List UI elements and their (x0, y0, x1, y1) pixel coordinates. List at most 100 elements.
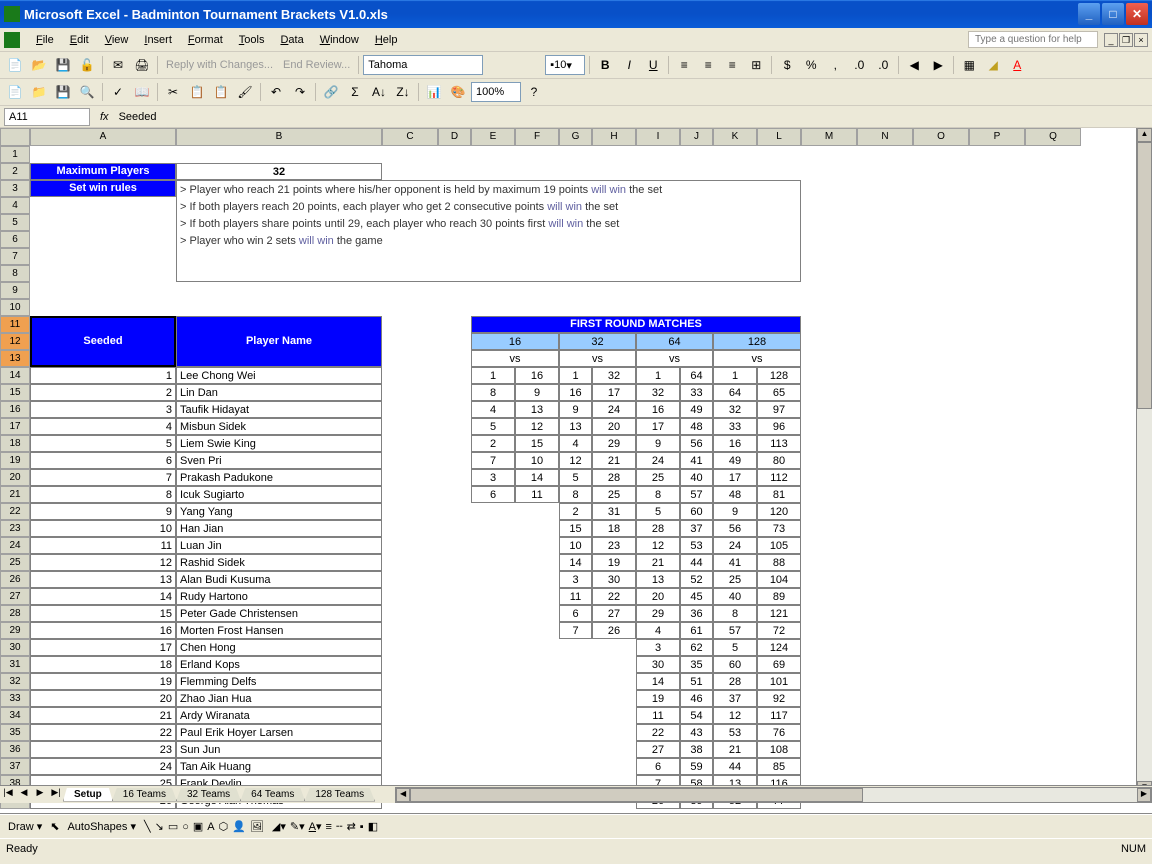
match-cell[interactable]: 17 (713, 469, 757, 486)
match-cell[interactable]: 53 (713, 724, 757, 741)
fill-color-button[interactable]: ◢ (982, 54, 1004, 76)
clipart-button[interactable]: 👤 (232, 820, 246, 833)
match-cell[interactable]: 49 (680, 401, 713, 418)
match-cell[interactable]: 4 (559, 435, 592, 452)
match-cell[interactable]: 43 (680, 724, 713, 741)
seed-14[interactable]: 14 (30, 588, 176, 605)
line-style-button[interactable]: ≡ (326, 821, 332, 833)
match-cell[interactable]: 64 (713, 384, 757, 401)
shadow-button[interactable]: ▪ (360, 821, 364, 833)
font-color-button-2[interactable]: A▾ (309, 820, 322, 833)
match-cell[interactable]: 128 (757, 367, 801, 384)
match-cell[interactable]: 18 (592, 520, 636, 537)
fill-color-button-2[interactable]: ◢▾ (272, 820, 286, 833)
bold-button[interactable]: B (594, 54, 616, 76)
match-cell[interactable]: 104 (757, 571, 801, 588)
textbox-button[interactable]: ▣ (193, 820, 203, 833)
column-header-G[interactable]: G (559, 128, 592, 146)
match-cell[interactable]: 97 (757, 401, 801, 418)
bracket-32[interactable]: 32 (559, 333, 636, 350)
match-cell[interactable]: 12 (713, 707, 757, 724)
player-11[interactable]: Luan Jin (176, 537, 382, 554)
label-set-rules[interactable]: Set win rules (30, 180, 176, 197)
seed-1[interactable]: 1 (30, 367, 176, 384)
match-cell[interactable]: 1 (713, 367, 757, 384)
scroll-up-arrow[interactable]: ▲ (1137, 128, 1152, 142)
match-cell[interactable]: 27 (592, 605, 636, 622)
row-headers[interactable]: 1234567891011121314151617181920212223242… (0, 146, 30, 809)
match-cell[interactable]: 65 (757, 384, 801, 401)
save-button[interactable]: 💾 (52, 54, 74, 76)
mail-button[interactable]: ✉ (107, 54, 129, 76)
drawing-button[interactable]: 🎨 (447, 81, 469, 103)
help-search[interactable] (968, 31, 1098, 48)
player-2[interactable]: Lin Dan (176, 384, 382, 401)
horizontal-scrollbar[interactable]: ◀ ▶ (395, 787, 1152, 803)
vs-64[interactable]: vs (636, 350, 713, 367)
copy-button[interactable]: 📋 (186, 81, 208, 103)
arrow-button[interactable]: ↘ (155, 820, 164, 833)
zoom-select[interactable]: 100% (471, 82, 521, 102)
tab-nav-last[interactable]: ▶| (48, 787, 64, 803)
match-cell[interactable]: 9 (559, 401, 592, 418)
sheet-tab-64-teams[interactable]: 64 Teams (240, 788, 305, 802)
match-cell[interactable]: 5 (636, 503, 680, 520)
print-preview-button[interactable]: 🔍 (76, 81, 98, 103)
player-3[interactable]: Taufik Hidayat (176, 401, 382, 418)
match-cell[interactable]: 37 (713, 690, 757, 707)
match-cell[interactable]: 101 (757, 673, 801, 690)
match-cell[interactable]: 24 (592, 401, 636, 418)
doc-close-button[interactable]: × (1134, 33, 1148, 47)
print-button[interactable]: 🖨 (131, 54, 153, 76)
match-cell[interactable]: 9 (515, 384, 559, 401)
match-cell[interactable]: 32 (592, 367, 636, 384)
seed-20[interactable]: 20 (30, 690, 176, 707)
match-cell[interactable]: 21 (592, 452, 636, 469)
doc-restore-button[interactable]: ❐ (1119, 33, 1133, 47)
row-header-22[interactable]: 22 (0, 503, 30, 520)
match-cell[interactable]: 4 (636, 622, 680, 639)
row-header-7[interactable]: 7 (0, 248, 30, 265)
match-cell[interactable]: 8 (559, 486, 592, 503)
sort-desc-button[interactable]: Z↓ (392, 81, 414, 103)
match-cell[interactable]: 124 (757, 639, 801, 656)
match-cell[interactable]: 14 (636, 673, 680, 690)
row-header-36[interactable]: 36 (0, 741, 30, 758)
font-name-select[interactable]: Tahoma (363, 55, 483, 75)
row-header-18[interactable]: 18 (0, 435, 30, 452)
formula-bar[interactable]: Seeded (115, 109, 1152, 125)
match-cell[interactable]: 30 (592, 571, 636, 588)
borders-button[interactable]: ▦ (958, 54, 980, 76)
column-header-A[interactable]: A (30, 128, 176, 146)
seed-4[interactable]: 4 (30, 418, 176, 435)
column-header-O[interactable]: O (913, 128, 969, 146)
line-color-button[interactable]: ✎▾ (290, 820, 305, 833)
match-cell[interactable]: 25 (713, 571, 757, 588)
redo-button[interactable]: ↷ (289, 81, 311, 103)
hscroll-thumb[interactable] (410, 788, 863, 802)
column-header-P[interactable]: P (969, 128, 1025, 146)
hscroll-right-arrow[interactable]: ▶ (1137, 788, 1151, 802)
column-header-I[interactable]: I (636, 128, 680, 146)
player-1[interactable]: Lee Chong Wei (176, 367, 382, 384)
match-cell[interactable]: 48 (713, 486, 757, 503)
seed-18[interactable]: 18 (30, 656, 176, 673)
row-header-34[interactable]: 34 (0, 707, 30, 724)
player-17[interactable]: Chen Hong (176, 639, 382, 656)
match-cell[interactable]: 14 (515, 469, 559, 486)
spelling-button[interactable]: ✓ (107, 81, 129, 103)
player-20[interactable]: Zhao Jian Hua (176, 690, 382, 707)
match-cell[interactable]: 54 (680, 707, 713, 724)
underline-button[interactable]: U (642, 54, 664, 76)
row-header-30[interactable]: 30 (0, 639, 30, 656)
row-header-13[interactable]: 13 (0, 350, 30, 367)
player-10[interactable]: Han Jian (176, 520, 382, 537)
font-size-select[interactable]: ▪ 10 ▾ (545, 55, 585, 75)
row-header-28[interactable]: 28 (0, 605, 30, 622)
menu-insert[interactable]: Insert (136, 32, 180, 48)
sort-asc-button[interactable]: A↓ (368, 81, 390, 103)
vertical-scrollbar[interactable]: ▲ ▼ (1136, 128, 1152, 795)
cut-button[interactable]: ✂ (162, 81, 184, 103)
match-cell[interactable]: 24 (713, 537, 757, 554)
picture-button[interactable]: 🖼 (250, 820, 264, 833)
